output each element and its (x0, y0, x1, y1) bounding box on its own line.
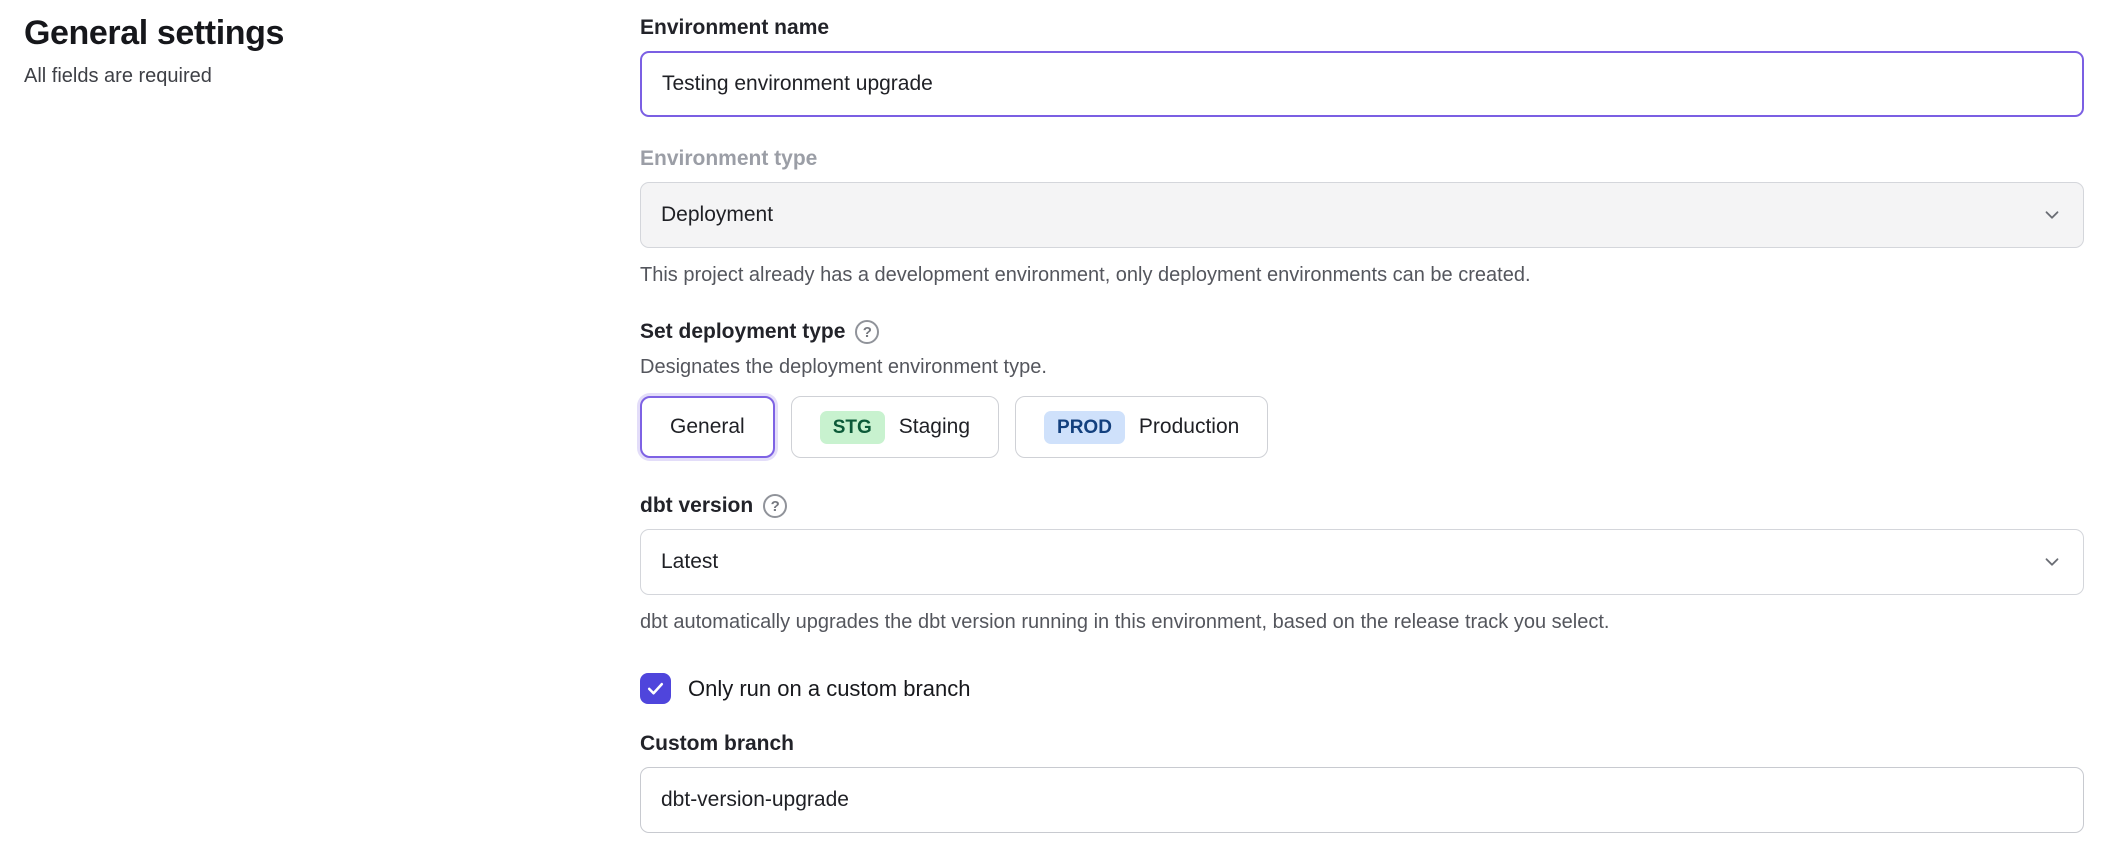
deployment-type-option-label: Production (1139, 415, 1239, 439)
dbt-version-select[interactable]: Latest (640, 529, 2084, 595)
custom-branch-toggle-label[interactable]: Only run on a custom branch (688, 676, 970, 702)
deployment-type-field: Set deployment type ? Designates the dep… (640, 318, 2084, 458)
environment-name-label: Environment name (640, 14, 2084, 42)
check-icon (646, 679, 665, 698)
deployment-type-option-staging[interactable]: STG Staging (791, 396, 999, 458)
custom-branch-checkbox[interactable] (640, 673, 671, 704)
deployment-type-option-label: General (670, 415, 745, 439)
custom-branch-label: Custom branch (640, 730, 2084, 758)
environment-type-select[interactable]: Deployment (640, 182, 2084, 248)
dbt-version-field: dbt version ? Latest dbt automatically u… (640, 492, 2084, 635)
dbt-version-helper: dbt automatically upgrades the dbt versi… (640, 609, 2084, 635)
environment-type-helper: This project already has a development e… (640, 262, 2084, 288)
environment-type-field: Environment type Deployment This project… (640, 145, 2084, 288)
help-icon[interactable]: ? (763, 494, 787, 518)
custom-branch-toggle[interactable]: Only run on a custom branch (640, 673, 2084, 704)
page-subtitle: All fields are required (24, 65, 584, 88)
staging-badge: STG (820, 411, 885, 444)
chevron-down-icon (2041, 204, 2063, 226)
deployment-type-option-general[interactable]: General (640, 396, 775, 458)
environment-name-field: Environment name (640, 14, 2084, 117)
environment-type-label: Environment type (640, 145, 2084, 173)
settings-header: General settings All fields are required (24, 14, 584, 88)
production-badge: PROD (1044, 411, 1125, 444)
deployment-type-option-label: Staging (899, 415, 970, 439)
deployment-type-option-production[interactable]: PROD Production (1015, 396, 1268, 458)
page-title: General settings (24, 14, 584, 53)
deployment-type-options: General STG Staging PROD Production (640, 396, 2084, 458)
environment-name-input[interactable] (640, 51, 2084, 117)
custom-branch-field: Custom branch (640, 730, 2084, 833)
deployment-type-helper: Designates the deployment environment ty… (640, 354, 2084, 380)
custom-branch-input[interactable] (640, 767, 2084, 833)
chevron-down-icon (2041, 551, 2063, 573)
environment-settings-form: Environment name Environment type Deploy… (640, 14, 2084, 833)
dbt-version-label: dbt version (640, 492, 753, 520)
deployment-type-label: Set deployment type (640, 318, 845, 346)
help-icon[interactable]: ? (855, 320, 879, 344)
dbt-version-selected-value: Latest (661, 550, 718, 574)
environment-type-selected-value: Deployment (661, 203, 773, 227)
